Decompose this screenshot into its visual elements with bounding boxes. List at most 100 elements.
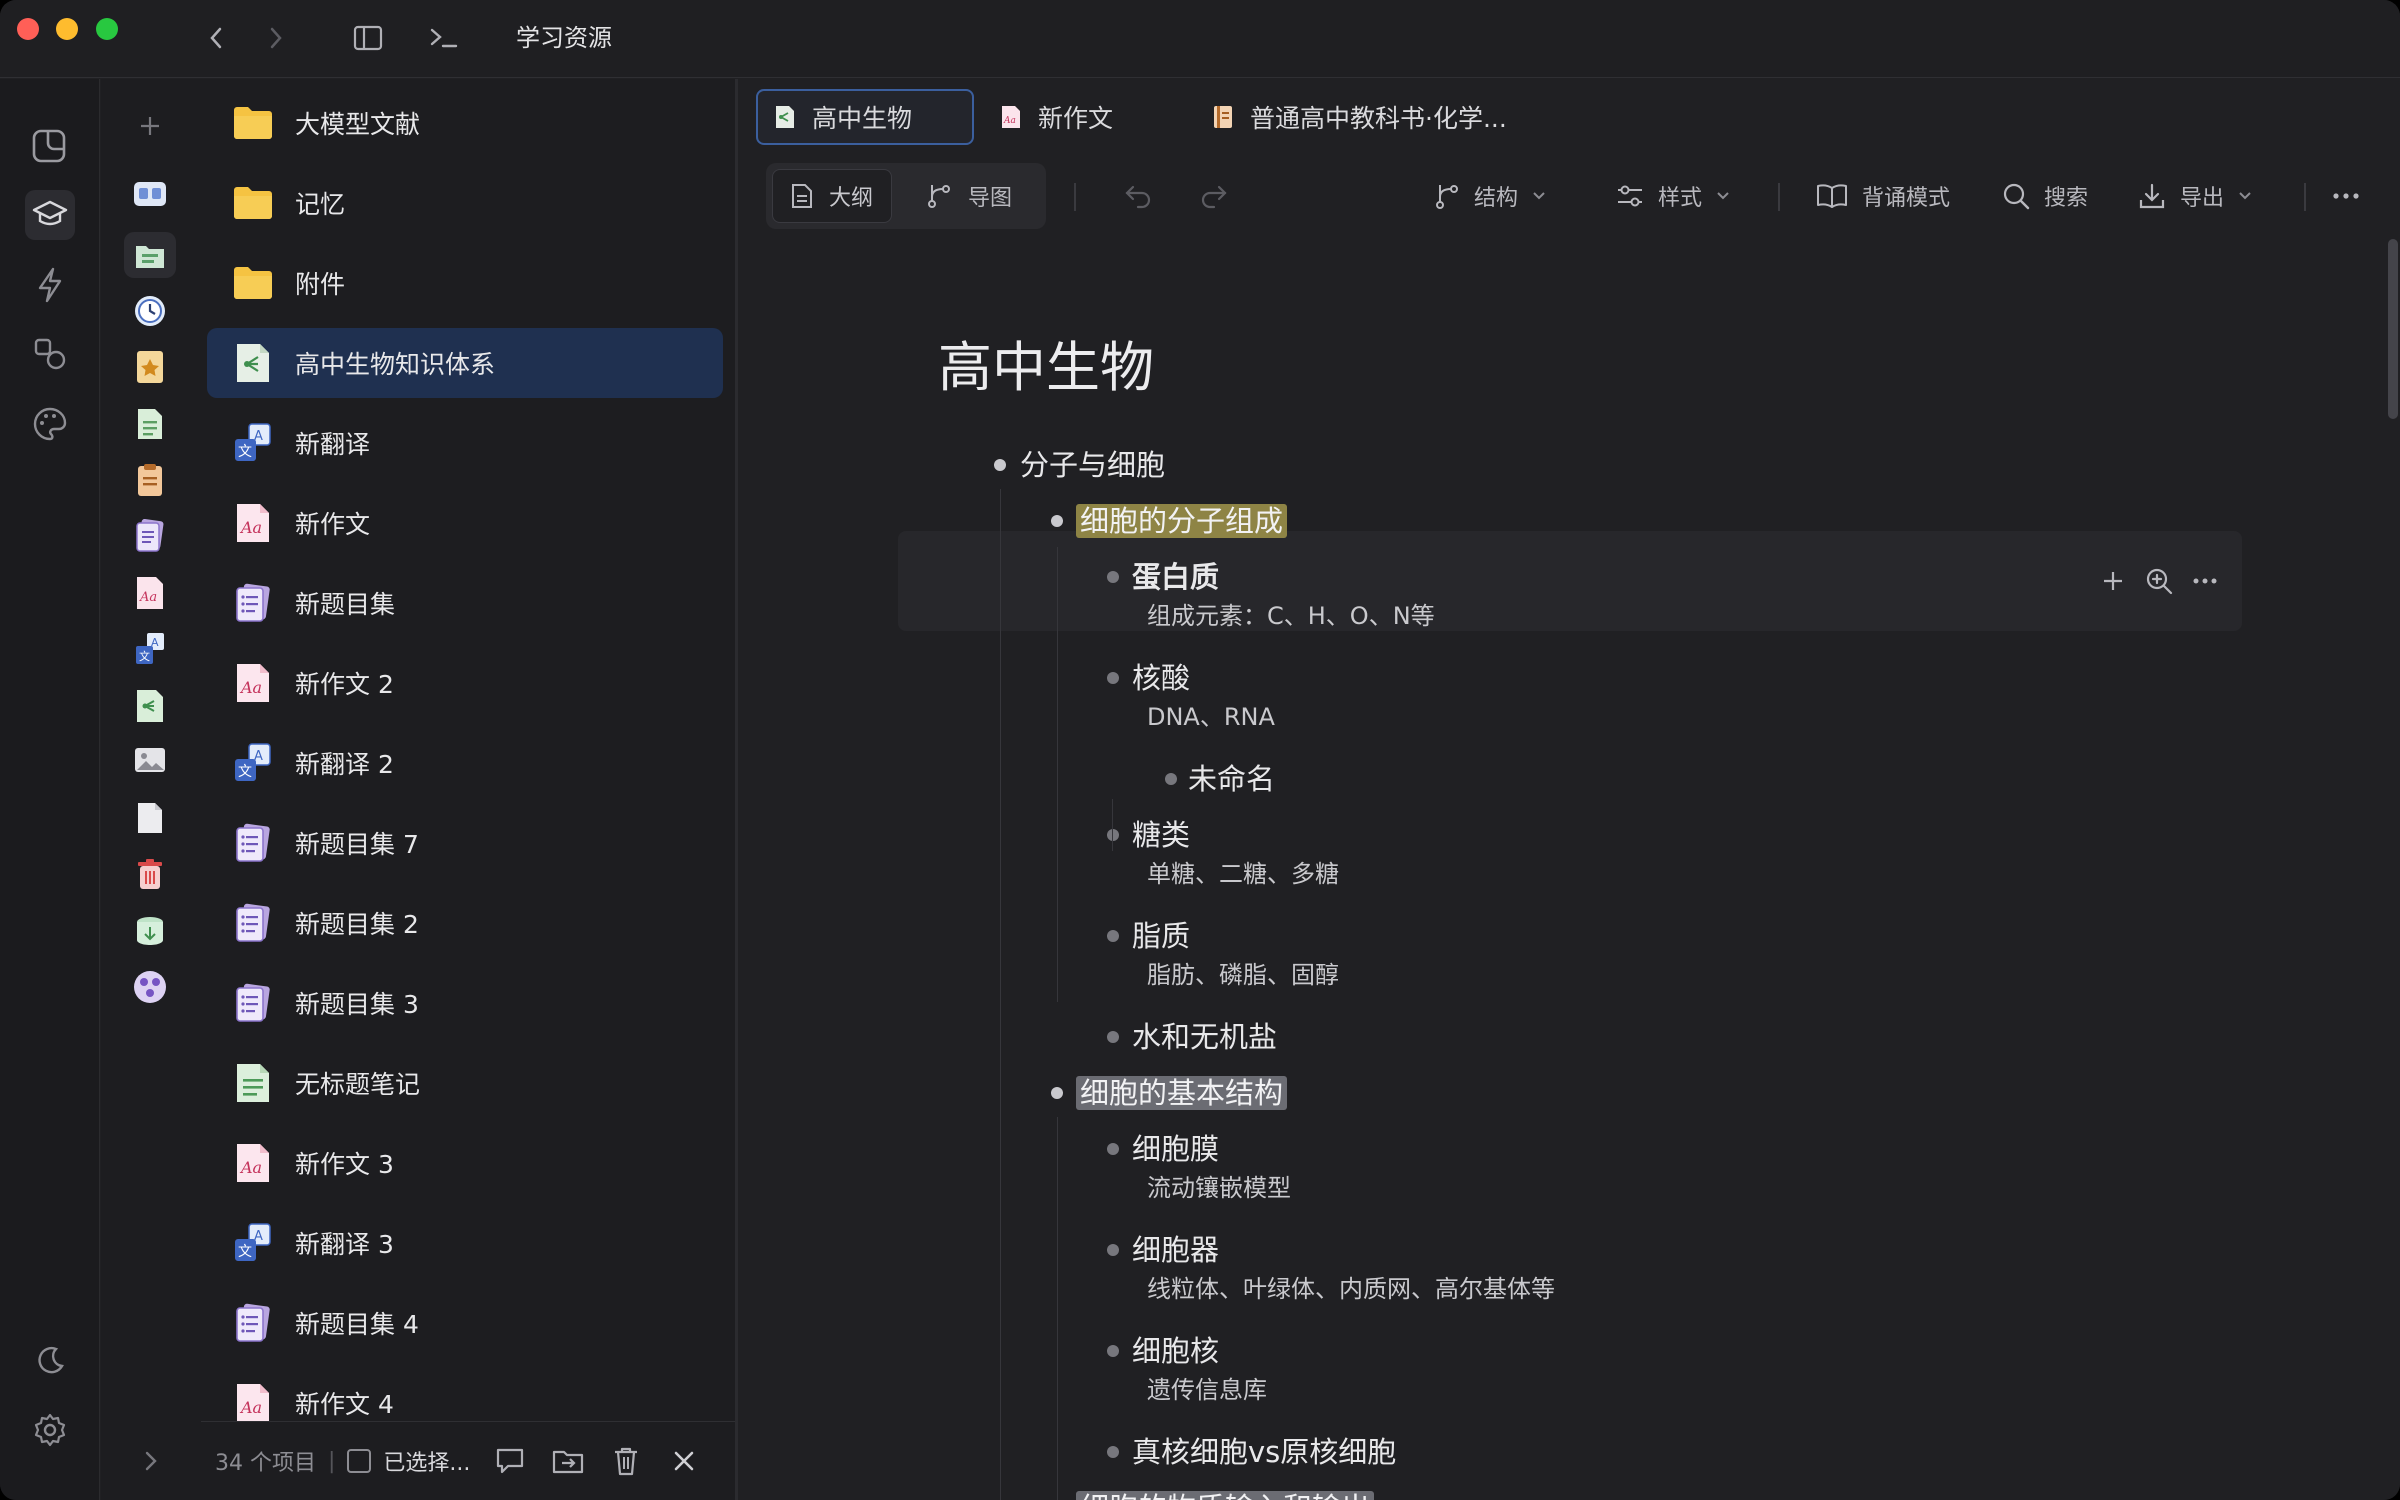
node-bullet[interactable] (1051, 1087, 1063, 1099)
document-icon[interactable] (124, 401, 176, 447)
node-more-icon[interactable] (2188, 564, 2222, 598)
outline-node-text[interactable]: 蛋白质 (1132, 557, 1219, 597)
document-title[interactable]: 高中生物 (938, 323, 1154, 402)
file-list-item[interactable]: Aa 新作文 3 (207, 1128, 723, 1198)
close-selection-icon[interactable] (666, 1443, 702, 1479)
clipboard-icon[interactable] (124, 457, 176, 503)
add-child-icon[interactable] (2096, 564, 2130, 598)
outline-node-text[interactable]: 未命名 (1188, 759, 1275, 799)
redo-icon[interactable] (1198, 177, 1228, 215)
outline-node-text[interactable]: 脂质 (1132, 916, 1190, 956)
file-list-item[interactable]: 新题目集 3 (207, 968, 723, 1038)
node-bullet[interactable] (1107, 1345, 1119, 1357)
minimize-window-button[interactable] (56, 18, 78, 40)
outline-node-note[interactable]: 遗传信息库 (1147, 1373, 1267, 1407)
style-dropdown[interactable]: 样式 (1616, 177, 1730, 215)
translate-icon[interactable]: A文 (124, 626, 176, 672)
recite-mode-button[interactable]: 背诵模式 (1816, 177, 1950, 215)
node-bullet[interactable] (1107, 829, 1119, 841)
file-list-item[interactable]: 记忆 (207, 168, 723, 238)
essay-icon[interactable]: Aa (124, 570, 176, 616)
outline-node-note[interactable]: 流动镶嵌模型 (1147, 1171, 1291, 1205)
pane-resize-handle[interactable] (735, 79, 738, 1500)
question-set-icon[interactable] (124, 513, 176, 559)
clock-icon[interactable] (124, 288, 176, 334)
add-icon[interactable] (124, 103, 176, 149)
file-list-item[interactable]: Aa 新作文 (207, 488, 723, 558)
tab-chemistry-textbook[interactable]: 普通高中教科书·化学... (1196, 89, 1523, 145)
editor-scrollbar[interactable] (2388, 239, 2398, 419)
file-list-item[interactable]: A 文新翻译 2 (207, 728, 723, 798)
file-list-item[interactable]: A 文新翻译 3 (207, 1208, 723, 1278)
back-icon[interactable] (204, 22, 228, 54)
outline-node-text[interactable]: 水和无机盐 (1132, 1017, 1277, 1057)
settings-gear-icon[interactable] (25, 1405, 75, 1455)
select-all-checkbox[interactable] (347, 1449, 372, 1473)
outline-node-text[interactable]: 糖类 (1132, 815, 1190, 855)
outline-view-button[interactable]: 大纲 (772, 169, 893, 223)
outline-node-text[interactable]: 细胞核 (1132, 1331, 1219, 1371)
forward-icon[interactable] (264, 22, 288, 54)
search-button[interactable]: 搜索 (2002, 177, 2088, 215)
file-list-item[interactable]: 新题目集 (207, 568, 723, 638)
tab-xin-zuowen[interactable]: Aa 新作文 (984, 89, 1129, 145)
node-bullet[interactable] (1165, 773, 1177, 785)
outline-node-text[interactable]: 细胞膜 (1132, 1129, 1219, 1169)
node-bullet[interactable] (1107, 1031, 1119, 1043)
blank-file-icon[interactable] (124, 795, 176, 841)
expand-sidebar-icon[interactable] (101, 1421, 201, 1500)
file-list-item[interactable]: 附件 (207, 248, 723, 318)
starred-icon[interactable] (124, 344, 176, 390)
outline-node-text[interactable]: 分子与细胞 (1020, 445, 1165, 485)
node-bullet[interactable] (1051, 515, 1063, 527)
study-hat-icon[interactable] (25, 190, 75, 240)
mindmap-view-button[interactable]: 导图 (908, 169, 1030, 223)
file-list-scrollbar[interactable] (727, 79, 735, 1421)
app-logo-icon[interactable] (25, 120, 75, 170)
palette-icon[interactable] (25, 399, 75, 449)
mindmap-icon[interactable] (124, 683, 176, 729)
outline-node-note[interactable]: DNA、RNA (1147, 700, 1275, 734)
file-list-item[interactable]: 高中生物知识体系 (207, 328, 723, 398)
outline-node-note[interactable]: 单糖、二糖、多糖 (1147, 857, 1339, 891)
shapes-icon[interactable] (25, 329, 75, 379)
terminal-icon[interactable] (428, 22, 460, 54)
node-bullet[interactable] (1107, 672, 1119, 684)
file-list-item[interactable]: Aa 新作文 2 (207, 648, 723, 718)
undo-icon[interactable] (1124, 177, 1154, 215)
notes-filter-icon[interactable] (124, 232, 176, 278)
file-list-item[interactable]: 无标题笔记 (207, 1048, 723, 1118)
outline-node-note[interactable]: 脂肪、磷脂、固醇 (1147, 958, 1339, 992)
comment-icon[interactable] (492, 1443, 528, 1479)
outline-node-text[interactable]: 细胞器 (1132, 1230, 1219, 1270)
card-deck-icon[interactable] (124, 171, 176, 217)
outline-node-text[interactable]: 细胞的分子组成 (1076, 501, 1288, 541)
structure-dropdown[interactable]: 结构 (1434, 177, 1546, 215)
tab-gaozhong-shengwu[interactable]: 高中生物 (756, 89, 974, 145)
export-dropdown[interactable]: 导出 (2138, 177, 2252, 215)
outline-node-note[interactable]: 组成元素：C、H、O、N等 (1147, 599, 1435, 633)
file-list-item[interactable]: 大模型文献 (207, 88, 723, 158)
file-list-item[interactable]: 新题目集 7 (207, 808, 723, 878)
file-list-item[interactable]: 新题目集 4 (207, 1288, 723, 1358)
file-list-item[interactable]: Aa 新作文 4 (207, 1368, 723, 1421)
lightning-icon[interactable] (25, 260, 75, 310)
delete-icon[interactable] (608, 1443, 644, 1479)
node-bullet[interactable] (1107, 1143, 1119, 1155)
outline-node-text[interactable]: 细胞的物质输入和输出 (1076, 1488, 1375, 1500)
move-to-folder-icon[interactable] (550, 1443, 586, 1479)
image-icon[interactable] (124, 737, 176, 783)
close-window-button[interactable] (17, 18, 39, 40)
trash-filter-icon[interactable] (124, 851, 176, 897)
dark-mode-icon[interactable] (25, 1335, 75, 1385)
more-options-icon[interactable] (2332, 177, 2360, 215)
outline-node-text[interactable]: 核酸 (1132, 658, 1190, 698)
node-bullet[interactable] (1107, 1244, 1119, 1256)
outline-node-text[interactable]: 细胞的基本结构 (1076, 1073, 1288, 1113)
node-bullet[interactable] (1107, 1446, 1119, 1458)
sidebar-toggle-icon[interactable] (352, 22, 384, 54)
focus-zoom-icon[interactable] (2142, 564, 2176, 598)
node-bullet[interactable] (994, 459, 1006, 471)
maximize-window-button[interactable] (96, 18, 118, 40)
outline-node-note[interactable]: 线粒体、叶绿体、内质网、高尔基体等 (1147, 1272, 1555, 1306)
